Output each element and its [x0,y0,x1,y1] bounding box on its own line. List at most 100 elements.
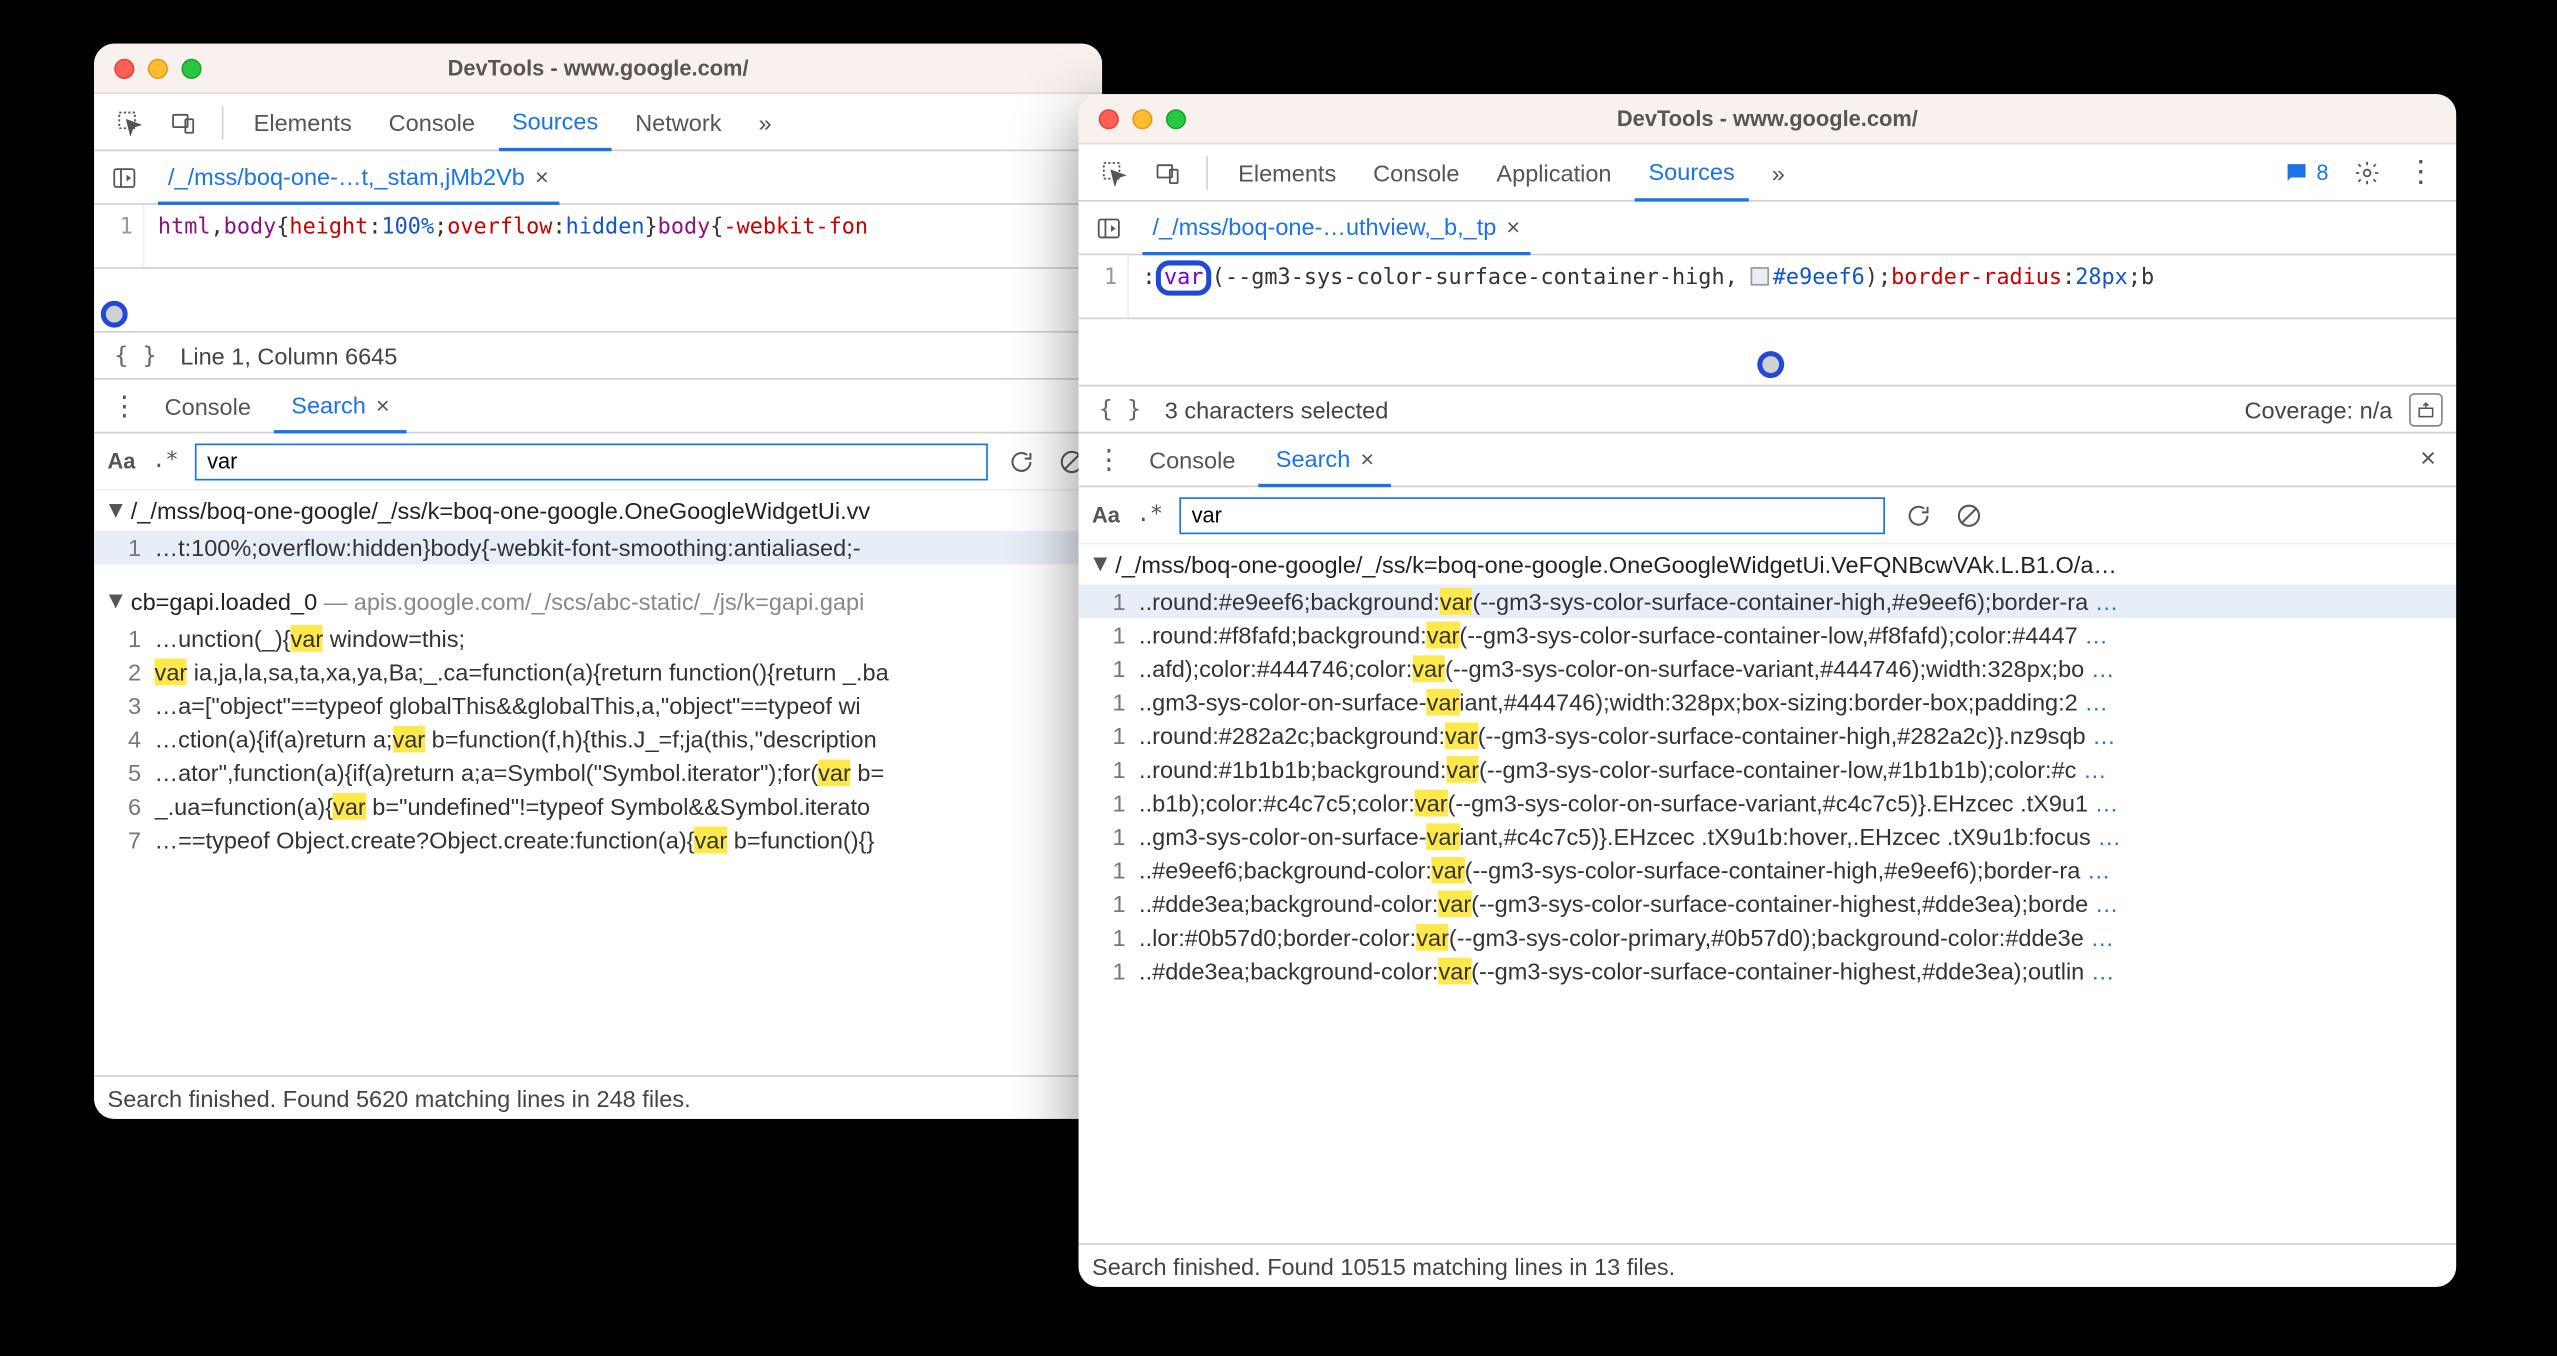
tabs-overflow[interactable]: » [1758,144,1798,201]
search-input[interactable] [1180,496,1886,533]
refresh-icon[interactable] [1902,498,1936,532]
disclosure-icon[interactable]: ▼ [1089,549,1112,576]
drawer-header: ⋮ Console Search × × [1079,433,2457,487]
tab-elements[interactable]: Elements [240,93,365,150]
minimize-window-button[interactable] [1132,108,1152,128]
result-line[interactable]: 2 var ia,ja,la,sa,ta,xa,ya,Ba;_.ca=funct… [94,655,1102,689]
result-line[interactable]: 1..#dde3ea;background-color:var(--gm3-sy… [1079,887,2457,921]
gutter: 1 [94,205,144,267]
code-editor[interactable]: 1 html,body{height:100%;overflow:hidden}… [94,205,1102,269]
search-row: Aa .* [94,433,1102,490]
drawer-menu-icon[interactable]: ⋮ [1092,443,1126,477]
status-bar: { } Line 1, Column 6645 [94,333,1102,380]
selected-var-token[interactable]: var [1156,260,1212,295]
drawer-header: ⋮ Console Search × [94,380,1102,434]
drawer-tab-search-label: Search [291,391,366,418]
result-line[interactable]: 1..gm3-sys-color-on-surface-variant,#c4c… [1079,820,2457,854]
result-line[interactable]: 1..b1b);color:#c4c7c5;color:var(--gm3-sy… [1079,786,2457,820]
toolbar: Elements Console Application Sources » 8… [1079,144,2457,201]
device-toggle-icon[interactable] [1146,150,1190,194]
drawer-menu-icon[interactable]: ⋮ [108,389,142,423]
more-menu-icon[interactable]: ⋮ [2399,150,2443,194]
match-case-toggle[interactable]: Aa [1092,502,1120,527]
navigator-toggle-icon[interactable] [1089,207,1129,247]
file-tab-row: /_/mss/boq-one-…uthview,_b,_tp × [1079,202,2457,256]
separator [222,105,224,139]
close-window-button[interactable] [1099,108,1119,128]
search-results: ▼/_/mss/boq-one-google/_/ss/k=boq-one-go… [94,491,1102,1076]
result-line[interactable]: 4 …ction(a){if(a)return a;var b=function… [94,722,1102,756]
inspect-icon[interactable] [108,100,152,144]
code-editor[interactable]: 1 :var(--gm3-sys-color-surface-container… [1079,255,2457,319]
result-file[interactable]: ▼/_/mss/boq-one-google/_/ss/k=boq-one-go… [94,491,1102,531]
close-search-tab-icon[interactable]: × [1360,444,1374,471]
result-line[interactable]: 1..#dde3ea;background-color:var(--gm3-sy… [1079,954,2457,988]
pretty-print-icon[interactable]: { } [108,342,164,369]
result-line[interactable]: 7 …==typeof Object.create?Object.create:… [94,823,1102,857]
disclosure-icon[interactable]: ▼ [104,496,127,523]
close-drawer-icon[interactable]: × [2414,444,2443,474]
drawer-tab-console[interactable]: Console [1132,433,1252,487]
device-toggle-icon[interactable] [161,100,205,144]
window-controls [1099,108,1186,128]
file-tab[interactable]: /_/mss/boq-one-…uthview,_b,_tp × [1142,201,1530,255]
zoom-window-button[interactable] [181,58,201,78]
match-case-toggle[interactable]: Aa [108,449,136,474]
tab-console[interactable]: Console [375,93,488,150]
result-line[interactable]: 1..round:#1b1b1b;background:var(--gm3-sy… [1079,753,2457,787]
minimize-window-button[interactable] [148,58,168,78]
drawer-tab-search[interactable]: Search × [1259,433,1391,487]
color-swatch-icon[interactable] [1751,267,1769,285]
result-line[interactable]: 1..round:#282a2c;background:var(--gm3-sy… [1079,719,2457,753]
result-line[interactable]: 1..round:#e9eef6;background:var(--gm3-sy… [1079,585,2457,619]
result-line[interactable]: 1 …unction(_){var window=this; [94,622,1102,656]
tab-sources[interactable]: Sources [1635,144,1748,201]
result-line[interactable]: 1..gm3-sys-color-on-surface-variant,#444… [1079,685,2457,719]
titlebar: DevTools - www.google.com/ [1079,94,2457,144]
tab-network[interactable]: Network [622,93,735,150]
disclosure-icon[interactable]: ▼ [104,586,127,613]
code-line[interactable]: html,body{height:100%;overflow:hidden}bo… [144,205,1102,267]
settings-icon[interactable] [2345,150,2389,194]
titlebar: DevTools - www.google.com/ [94,44,1102,94]
regex-toggle[interactable]: .* [152,449,178,474]
result-line[interactable]: 6 _.ua=function(a){var b="undefined"!=ty… [94,790,1102,824]
close-file-tab-icon[interactable]: × [1506,213,1520,240]
navigator-toggle-icon[interactable] [104,157,144,197]
search-results: ▼/_/mss/boq-one-google/_/ss/k=boq-one-go… [1079,544,2457,1243]
tab-console[interactable]: Console [1360,144,1473,201]
regex-toggle[interactable]: .* [1137,502,1163,527]
result-line[interactable]: 1..lor:#0b57d0;border-color:var(--gm3-sy… [1079,921,2457,955]
result-line[interactable]: 1 …t:100%;overflow:hidden}body{-webkit-f… [94,531,1102,565]
coverage-status: Coverage: n/a [2245,396,2393,423]
coverage-reload-icon[interactable] [2409,392,2443,426]
zoom-window-button[interactable] [1166,108,1186,128]
clear-icon[interactable] [1953,498,1987,532]
window-title: DevTools - www.google.com/ [94,55,1102,80]
code-line[interactable]: :var(--gm3-sys-color-surface-container-h… [1129,255,2456,317]
refresh-icon[interactable] [1005,444,1039,478]
result-file[interactable]: ▼/_/mss/boq-one-google/_/ss/k=boq-one-go… [1079,544,2457,584]
tab-sources[interactable]: Sources [499,93,612,150]
pretty-print-icon[interactable]: { } [1092,396,1148,423]
result-line[interactable]: 1..round:#f8fafd;background:var(--gm3-sy… [1079,618,2457,652]
result-line[interactable]: 1..afd);color:#444746;color:var(--gm3-sy… [1079,652,2457,686]
close-search-tab-icon[interactable]: × [376,391,390,418]
close-file-tab-icon[interactable]: × [535,162,549,189]
tabs-overflow[interactable]: » [745,93,785,150]
status-bar: { } 3 characters selected Coverage: n/a [1079,386,2457,433]
tab-application[interactable]: Application [1483,144,1625,201]
close-window-button[interactable] [114,58,134,78]
result-line[interactable]: 1..#e9eef6;background-color:var(--gm3-sy… [1079,853,2457,887]
result-file[interactable]: ▼cb=gapi.loaded_0 — apis.google.com/_/sc… [94,581,1102,621]
drawer-tab-search[interactable]: Search × [274,379,406,433]
tab-elements[interactable]: Elements [1225,144,1350,201]
file-tab[interactable]: /_/mss/boq-one-…t,_stam,jMb2Vb × [158,150,559,204]
result-line[interactable]: 5 …ator",function(a){if(a)return a;a=Sym… [94,756,1102,790]
issues-badge[interactable]: 8 [2276,159,2335,186]
search-input[interactable] [195,443,987,480]
drawer-tab-console[interactable]: Console [148,379,268,433]
result-line[interactable]: 3 …a=["object"==typeof globalThis&&globa… [94,689,1102,723]
inspect-icon[interactable] [1092,150,1136,194]
window-title: DevTools - www.google.com/ [1079,106,2457,131]
